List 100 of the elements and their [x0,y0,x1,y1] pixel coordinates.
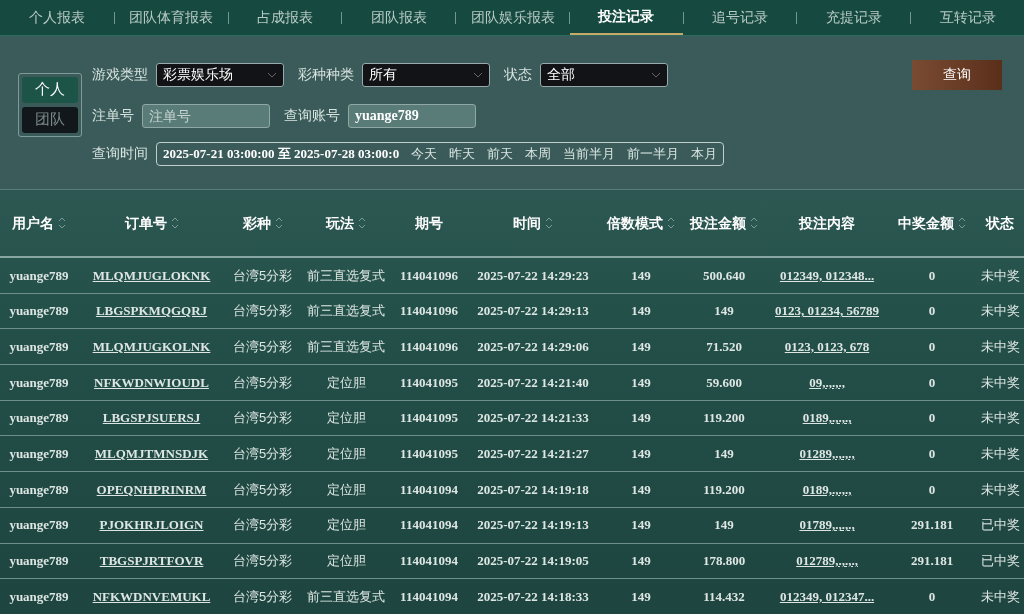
table-cell-text: 2025-07-22 14:21:40 [477,373,589,392]
table-link[interactable]: LBGSPKMQGQRJ [95,301,208,321]
table-cell-text: 149 [631,409,651,428]
table-cell-text: 前三直选复式 [307,302,385,321]
report-tab[interactable]: 团队体育报表 [114,0,228,35]
column-header[interactable]: 中奖金额 [898,212,966,234]
table-cell-text: 2025-07-22 14:18:33 [477,587,589,606]
table-cell-text: 0 [928,373,936,392]
report-tab[interactable]: 互转记录 [911,0,1024,35]
table-cell-text: 0 [928,302,936,321]
table-cell-text: yuange789 [9,552,69,571]
table-link[interactable]: 01289,.,.,., [799,444,855,464]
table-link[interactable]: 012789,.,.,., [796,551,858,571]
table-cell-text: 未中奖 [980,480,1020,499]
table-cell-text: 114041094 [400,552,458,571]
table-cell-text: yuange789 [9,373,69,392]
table-link[interactable]: 0189,.,.,., [802,408,852,428]
scope-button[interactable]: 团队 [22,106,78,133]
column-header: 投注内容 [799,213,855,233]
table-link[interactable]: OPEQNHPRINRM [96,479,207,500]
select-dropdown[interactable]: 全部 [540,62,668,87]
sort-icon[interactable] [750,216,758,230]
table-cell-text: 0 [928,266,936,285]
table-cell-text: 台湾5分彩 [232,587,293,606]
table-link[interactable]: PJOKHRJLOIGN [99,515,204,535]
table-cell-text: 台湾5分彩 [232,373,293,392]
column-header[interactable]: 订单号 [124,212,179,234]
table-cell-text: 2025-07-22 14:21:33 [477,409,589,428]
table-cell-text: yuange789 [9,302,69,321]
sort-icon[interactable] [58,216,66,230]
table-cell-text: 0 [928,587,936,606]
column-header[interactable]: 用户名 [12,212,66,234]
sort-icon[interactable] [545,216,553,230]
table-link[interactable]: 012349, 012347... [779,586,875,607]
table-link[interactable]: MLQMJUGKOLNK [92,336,211,357]
table-cell-text: 定位胆 [326,552,366,571]
query-button[interactable]: 查询 [912,59,1002,90]
table-cell-text: 149 [631,445,651,464]
column-header[interactable]: 玩法 [326,212,366,234]
column-header[interactable]: 投注金额 [690,212,758,234]
select-dropdown[interactable]: 彩票娱乐场 [156,62,284,87]
sort-icon[interactable] [667,216,675,230]
table-cell-text: 定位胆 [326,409,366,428]
table-cell-text: 已中奖 [980,516,1020,535]
table-link[interactable]: 0123, 01234, 56789 [775,301,879,321]
report-tab[interactable]: 追号记录 [683,0,797,35]
table-link[interactable]: 0123, 0123, 678 [784,336,870,357]
column-header: 期号 [415,213,443,233]
table-link[interactable]: NFKWDNVEMUKL [92,586,211,607]
table-cell-text: 178.800 [702,552,746,571]
table-cell-text: 149 [631,552,651,571]
scope-button[interactable]: 个人 [22,76,78,103]
table-link[interactable]: 0189,.,.,., [802,479,852,500]
field-label: 查询账号 [284,106,340,125]
table-link[interactable]: MLQMJUGLOKNK [92,265,211,286]
table-link[interactable]: NFKWDNWIOUDL [94,372,209,393]
table-cell-text: yuange789 [9,409,69,428]
table-link[interactable]: 012349, 012348... [779,265,875,286]
table-link[interactable]: LBGSPJSUERSJ [102,408,201,428]
field-label: 状态 [504,65,532,84]
table-cell-text: 114041094 [400,516,458,535]
table-cell-text: 已中奖 [980,552,1020,571]
table-link[interactable]: MLQMJTMNSDJK [94,444,209,464]
table-cell-text: yuange789 [9,587,69,606]
table-cell-text: 500.640 [702,266,746,285]
table-cell-text: 2025-07-22 14:29:23 [477,266,589,285]
table-link[interactable]: 01789,.,.,., [799,515,855,535]
table-cell-text: 149 [631,373,651,392]
table-link[interactable]: 09,.,.,., [809,372,845,393]
table-cell-text: 前三直选复式 [307,266,385,285]
table-link[interactable]: TBGSPJRTFOVR [99,551,204,571]
sort-icon[interactable] [358,216,366,230]
report-tab[interactable]: 团队报表 [342,0,456,35]
report-tab[interactable]: 充提记录 [797,0,911,35]
table-cell-text: 114041095 [400,373,458,392]
table-cell-text: 未中奖 [980,445,1020,464]
report-tab[interactable]: 占成报表 [228,0,342,35]
table-cell-text: 台湾5分彩 [232,516,293,535]
table-cell-text: 0 [928,409,936,428]
column-header: 状态 [986,213,1014,233]
sort-icon[interactable] [170,216,179,230]
sort-icon[interactable] [958,216,966,230]
report-tab[interactable]: 个人报表 [0,0,114,35]
column-header[interactable]: 时间 [513,212,553,234]
account-field[interactable]: yuange789 [348,103,476,128]
table-cell-text: 前三直选复式 [307,587,385,606]
sort-icon[interactable] [274,216,283,230]
table-cell-text: 未中奖 [980,302,1020,321]
table-cell-text: 149 [631,266,651,285]
table-cell-text: 未中奖 [980,266,1020,285]
table-cell-text: 149 [631,480,651,499]
table-cell-text: 定位胆 [326,373,366,392]
order-number-field[interactable]: 注单号 [142,103,270,128]
column-header[interactable]: 倍数模式 [607,212,675,234]
table-cell-text: 定位胆 [326,445,366,464]
column-header[interactable]: 彩种 [242,212,283,234]
table-cell-text: 台湾5分彩 [232,266,293,285]
table-cell-text: 2025-07-22 14:19:18 [477,480,589,499]
select-dropdown[interactable]: 所有 [362,62,490,87]
report-tab[interactable]: 团队娱乐报表 [456,0,569,35]
